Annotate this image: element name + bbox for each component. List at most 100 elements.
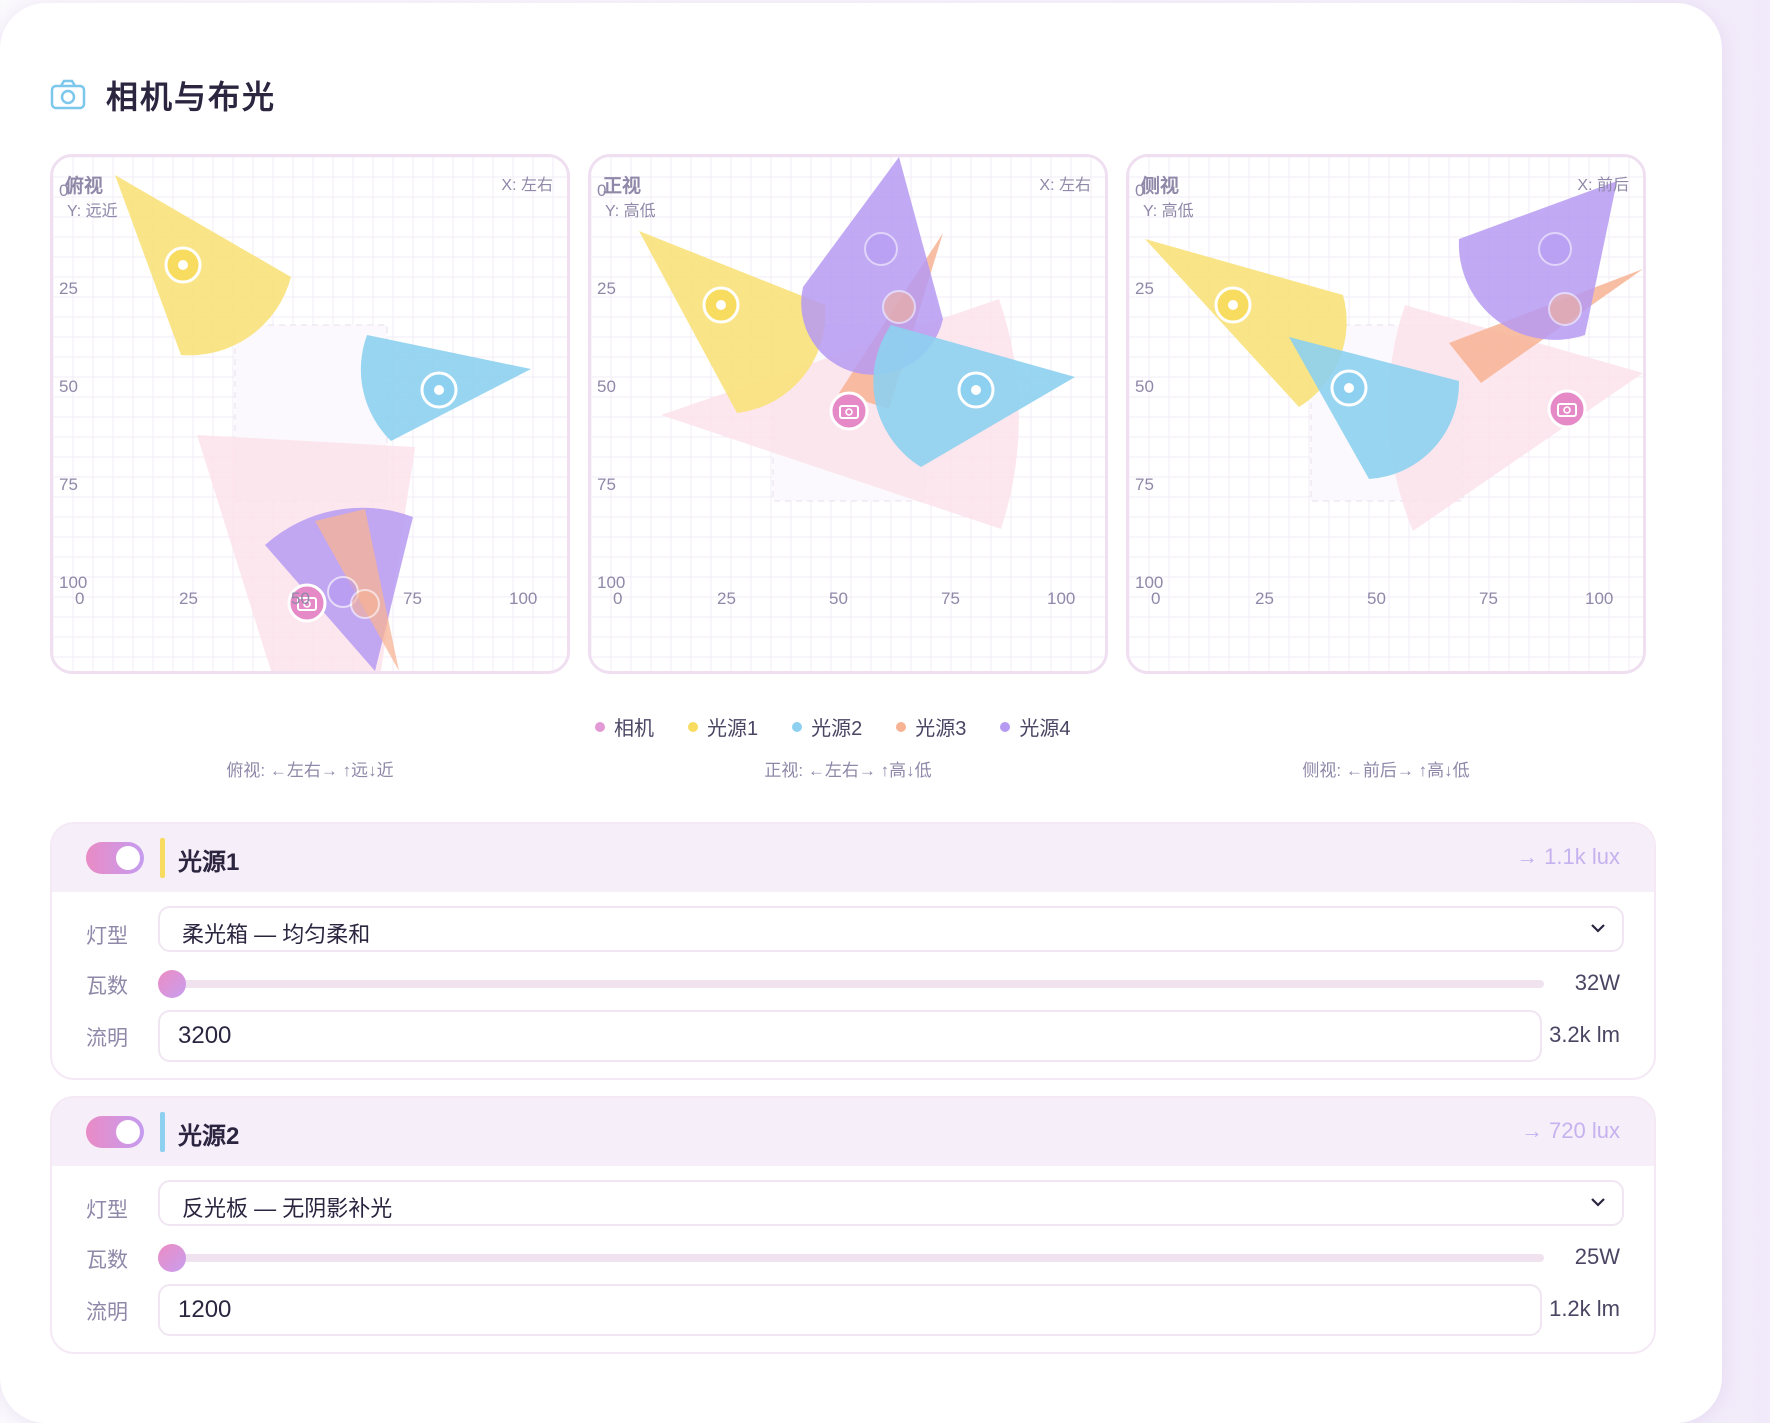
x-tick: 25 (179, 589, 198, 608)
watt-label: 瓦数 (86, 975, 128, 998)
light3-marker[interactable] (1548, 292, 1582, 326)
x-tick: 75 (1479, 589, 1498, 608)
type-label: 灯型 (86, 925, 128, 948)
camera-marker[interactable] (1547, 389, 1587, 429)
light-enable-toggle[interactable] (86, 1116, 144, 1148)
section-title: 相机与布光 (106, 79, 277, 115)
lighting-views: 俯视 Y: 远近 X: 左右 0 25 50 75 100 0 25 50 75… (50, 154, 1656, 678)
legend-dot (688, 721, 698, 732)
light-panel-2: 光源2 → 720 lux 灯型 反光板 — 无阴影补光 瓦数 25W 流明 1… (50, 1096, 1656, 1354)
light2-marker[interactable] (957, 371, 995, 409)
light2-marker[interactable] (1330, 369, 1368, 407)
y-tick: 25 (1135, 279, 1154, 298)
light4-marker[interactable] (1538, 232, 1572, 266)
view-side[interactable]: 侧视 Y: 高低 X: 前后 0 25 50 75 100 0 25 50 75… (1126, 154, 1646, 674)
camera-icon (50, 79, 86, 110)
x-tick: 75 (403, 589, 422, 608)
legend-dot (792, 721, 803, 732)
legend-light1: 光源1 (688, 712, 758, 741)
light3-marker[interactable] (350, 589, 380, 619)
light-panel-header: 光源2 → 720 lux (52, 1098, 1654, 1166)
watt-value: 32W (1574, 970, 1620, 995)
toggle-knob (116, 1120, 140, 1144)
y-tick: 0 (597, 181, 607, 200)
light1-marker[interactable] (1214, 286, 1252, 324)
y-axis-label: Y: 远近 (67, 203, 118, 220)
view-top[interactable]: 俯视 Y: 远近 X: 左右 0 25 50 75 100 0 25 50 75… (50, 154, 570, 674)
x-tick: 25 (717, 589, 736, 608)
x-tick: 0 (75, 589, 85, 608)
y-tick: 75 (1135, 475, 1154, 494)
y-axis-label: Y: 高低 (1143, 203, 1194, 220)
y-tick: 50 (59, 377, 78, 396)
watt-value: 25W (1574, 1244, 1620, 1269)
view-title: 侧视 (1141, 176, 1180, 197)
watt-slider[interactable] (166, 1254, 1544, 1262)
watt-slider-thumb[interactable] (158, 970, 186, 998)
lumen-input[interactable]: 1200 (158, 1284, 1542, 1336)
light-panel-1: 光源1 → 1.1k lux 灯型 柔光箱 — 均匀柔和 瓦数 32W 流明 3… (50, 822, 1656, 1080)
lumen-input[interactable]: 3200 (158, 1010, 1542, 1062)
y-tick: 0 (59, 181, 69, 200)
x-tick: 100 (1585, 589, 1614, 608)
light4-marker[interactable] (864, 232, 898, 266)
x-tick: 100 (509, 589, 538, 608)
legend-light2: 光源2 (792, 712, 862, 741)
legend-dot (595, 721, 605, 732)
y-tick: 50 (1135, 377, 1154, 396)
legend-camera: 相机 (595, 712, 654, 741)
light1-marker[interactable] (164, 246, 202, 284)
camera-marker[interactable] (829, 391, 869, 431)
light-name: 光源2 (178, 1123, 240, 1150)
section-header: 相机与布光 (50, 72, 276, 118)
x-tick: 50 (1367, 589, 1386, 608)
lumen-input-value: 1200 (178, 1296, 232, 1323)
lumen-display: 1.2k lm (1549, 1296, 1620, 1321)
lumen-label: 流明 (86, 1301, 128, 1324)
legend-label: 光源2 (811, 718, 863, 740)
lumen-display: 3.2k lm (1549, 1022, 1620, 1047)
y-tick: 75 (59, 475, 78, 494)
light3-marker[interactable] (882, 290, 916, 324)
light-lux: → 720 lux (1520, 1118, 1620, 1143)
x-axis-label: X: 左右 (1039, 177, 1091, 194)
y-tick: 25 (59, 279, 78, 298)
x-tick: 0 (613, 589, 623, 608)
legend-dot (896, 721, 907, 732)
view-front[interactable]: 正视 Y: 高低 X: 左右 0 25 50 75 100 0 25 50 75… (588, 154, 1108, 674)
legend-light4: 光源4 (1000, 712, 1071, 741)
watt-label: 瓦数 (86, 1249, 128, 1272)
watt-slider-thumb[interactable] (158, 1244, 186, 1272)
x-tick: 0 (1151, 589, 1161, 608)
watt-slider[interactable] (166, 980, 1544, 988)
x-tick: 25 (1255, 589, 1274, 608)
light1-marker[interactable] (702, 286, 740, 324)
x-axis-label: X: 前后 (1577, 177, 1629, 194)
view-side-canvas (1129, 157, 1643, 671)
light2-marker[interactable] (420, 371, 458, 409)
light-panel-header: 光源1 → 1.1k lux (52, 824, 1654, 892)
view-title: 正视 (603, 176, 642, 197)
light-enable-toggle[interactable] (86, 842, 144, 874)
legend-label: 相机 (614, 718, 654, 740)
y-tick: 50 (597, 377, 616, 396)
y-tick: 75 (597, 475, 616, 494)
light-lux: → 1.1k lux (1516, 844, 1620, 869)
light-type-value: 柔光箱 — 均匀柔和 (182, 922, 371, 947)
x-tick: 50 (829, 589, 848, 608)
x-axis-label: X: 左右 (501, 177, 553, 194)
caption-side: 侧视: ←前后→ ↑高↓低 (1302, 761, 1470, 780)
legend-light3: 光源3 (896, 712, 966, 741)
view-front-canvas (591, 157, 1105, 671)
light-type-select[interactable]: 柔光箱 — 均匀柔和 (158, 906, 1624, 952)
legend-dot (1000, 721, 1011, 732)
caption-top: 俯视: ←左右→ ↑远↓近 (226, 761, 394, 780)
legend-label: 光源3 (915, 718, 967, 740)
lumen-input-value: 3200 (178, 1022, 232, 1049)
x-tick: 100 (1047, 589, 1076, 608)
chevron-down-icon (1591, 924, 1605, 933)
light-type-select[interactable]: 反光板 — 无阴影补光 (158, 1180, 1624, 1226)
lumen-label: 流明 (86, 1027, 128, 1050)
caption-front: 正视: ←左右→ ↑高↓低 (764, 761, 932, 780)
view-top-canvas (53, 157, 567, 671)
